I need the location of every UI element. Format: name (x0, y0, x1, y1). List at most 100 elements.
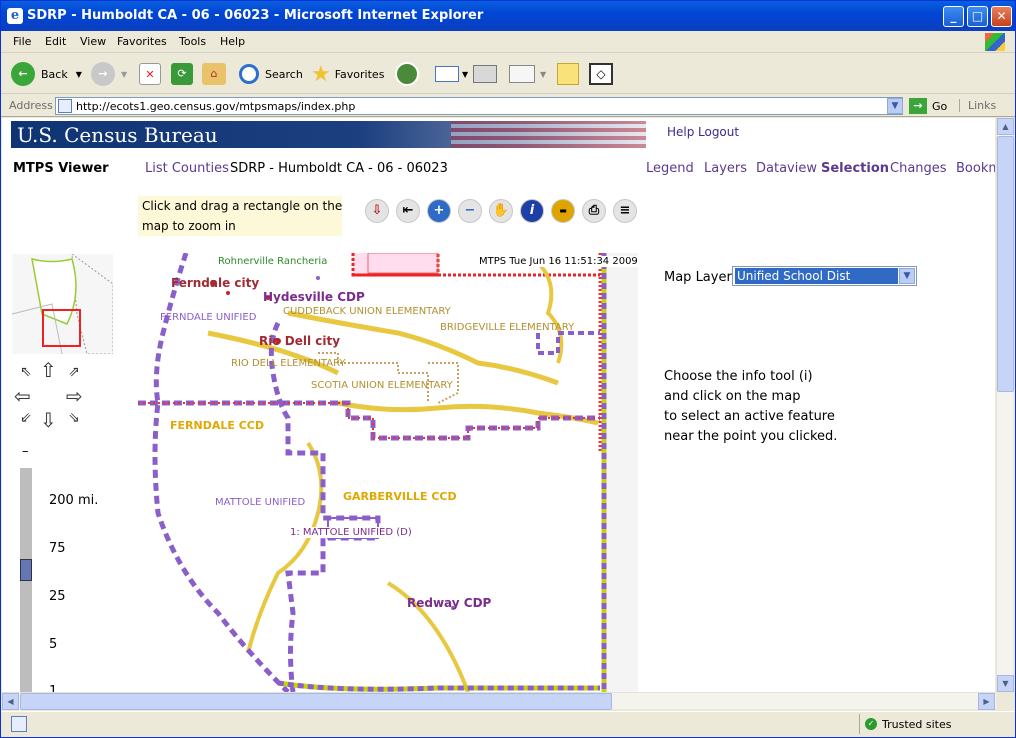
close-button[interactable]: ✕ (991, 6, 1012, 27)
scroll-down-icon[interactable]: ▼ (997, 675, 1014, 692)
stop-button[interactable]: ✕ (139, 60, 161, 88)
back-arrow-icon: ← (11, 62, 35, 86)
map-label-cuddeback: CUDDEBACK UNION ELEMENTARY (283, 306, 451, 317)
save-map-tool-icon[interactable]: ⇩ (365, 199, 389, 223)
scale-label: 200 mi. (49, 493, 99, 508)
search-label: Search (265, 67, 303, 81)
history-button[interactable] (395, 60, 419, 88)
home-icon: ⌂ (202, 63, 226, 85)
previous-extent-tool-icon[interactable]: ⇤ (396, 199, 420, 223)
layers-tool-icon[interactable]: ≡ (613, 199, 637, 223)
discuss-button[interactable] (557, 60, 579, 88)
menu-favorites[interactable]: Favorites (117, 35, 167, 48)
history-icon (395, 62, 419, 86)
tab-selection[interactable]: Selection (821, 161, 889, 176)
page-status-icon (11, 716, 27, 732)
page-viewport: U.S. Census Bureau Help Logout MTPS View… (2, 118, 995, 692)
instructions: Choose the info tool (i) and click on th… (664, 367, 837, 447)
pan-south-icon[interactable]: ⇩ (40, 408, 57, 432)
zoom-in-tool-icon[interactable]: + (427, 199, 451, 223)
pan-southeast-icon[interactable]: ⇘ (68, 410, 80, 426)
county-title: SDRP - Humboldt CA - 06 - 06023 (230, 161, 448, 176)
tab-changes[interactable]: Changes (890, 161, 947, 176)
ie-logo-icon: e (7, 8, 23, 24)
scroll-up-icon[interactable]: ▲ (997, 118, 1014, 135)
map-layer-value: Unified School Dist (735, 268, 898, 284)
map-label-rohnerville: Rohnerville Rancheria (218, 256, 328, 267)
edit-dropdown-icon[interactable]: ▼ (540, 70, 546, 79)
pan-southwest-icon[interactable]: ⇙ (20, 410, 32, 426)
maximize-button[interactable]: □ (967, 6, 988, 27)
address-dropdown-icon[interactable]: ▼ (887, 98, 903, 114)
hint-line-1: Click and drag a rectangle on the (142, 199, 343, 213)
horizontal-scroll-thumb[interactable] (20, 693, 612, 710)
menu-view[interactable]: View (80, 35, 106, 48)
tab-dataview[interactable]: Dataview (756, 161, 817, 176)
overview-map[interactable] (11, 252, 114, 355)
scroll-right-icon[interactable]: ▶ (978, 693, 995, 710)
windows-flag-icon (985, 33, 1005, 51)
info-tool-icon[interactable]: i (520, 199, 544, 223)
pan-west-icon[interactable]: ⇦ (14, 384, 31, 408)
pan-northwest-icon[interactable]: ⇖ (20, 364, 32, 380)
chevron-down-icon[interactable]: ▼ (899, 268, 915, 284)
refresh-button[interactable]: ⟳ (171, 60, 193, 88)
mail-dropdown-icon[interactable]: ▼ (462, 70, 468, 79)
note-icon (557, 63, 579, 85)
search-button[interactable]: Search (239, 60, 303, 88)
edit-page-icon (509, 65, 535, 83)
hint-line-2: map to zoom in (142, 219, 236, 233)
toolbar: ← Back ▼ → ▼ ✕ ⟳ ⌂ Search ★ Favorites ▼ ▼… (1, 54, 1015, 94)
edit-button[interactable]: ▼ (509, 60, 546, 88)
map-layer-select[interactable]: Unified School Dist ▼ (732, 266, 917, 286)
research-button[interactable]: ◇ (589, 60, 613, 88)
menu-edit[interactable]: Edit (45, 35, 66, 48)
back-button[interactable]: ← Back ▼ (11, 60, 82, 88)
favorites-button[interactable]: ★ Favorites (311, 60, 384, 88)
vertical-scrollbar[interactable]: ▲ ▼ (996, 118, 1014, 692)
logout-link[interactable]: Logout (698, 125, 739, 139)
zoom-scale-thumb[interactable] (20, 559, 32, 581)
forward-button[interactable]: → ▼ (91, 60, 127, 88)
status-divider (859, 714, 860, 734)
flag-stripes (451, 121, 646, 148)
instruction-line: near the point you clicked. (664, 429, 838, 444)
menu-file[interactable]: File (13, 35, 31, 48)
go-label: Go (932, 99, 948, 113)
zoom-minus-label[interactable]: – (22, 444, 29, 459)
map-label-redway: Redway CDP (407, 596, 492, 610)
scroll-left-icon[interactable]: ◀ (2, 693, 19, 710)
pan-tool-icon[interactable]: ✋ (489, 199, 513, 223)
tab-bookmarks[interactable]: Bookm (956, 161, 995, 176)
map-label-hydesville: Hydesville CDP (263, 290, 365, 304)
map-label-selected-feature: 1: MATTOLE UNIFIED (D) (290, 527, 412, 538)
tab-legend[interactable]: Legend (646, 161, 694, 176)
mail-button[interactable]: ▼ (435, 60, 468, 88)
menu-help[interactable]: Help (220, 35, 245, 48)
back-dropdown-icon[interactable]: ▼ (76, 70, 82, 79)
tab-layers[interactable]: Layers (704, 161, 747, 176)
print-button[interactable] (473, 60, 497, 88)
address-label: Address (9, 99, 53, 112)
pan-east-icon[interactable]: ⇨ (66, 384, 83, 408)
horizontal-scrollbar[interactable]: ◀ ▶ (2, 692, 996, 710)
map-canvas[interactable]: Rohnerville Rancheria MTPS Tue Jun 16 11… (138, 253, 638, 692)
pan-north-icon[interactable]: ⇧ (40, 358, 57, 382)
minimize-button[interactable]: _ (943, 6, 964, 27)
measure-tool-icon[interactable]: ▬ (551, 199, 575, 223)
help-link[interactable]: Help (667, 125, 694, 139)
vertical-scroll-thumb[interactable] (997, 136, 1014, 392)
home-button[interactable]: ⌂ (202, 60, 226, 88)
zoom-out-tool-icon[interactable]: − (458, 199, 482, 223)
address-bar: Address http://ecots1.geo.census.gov/mtp… (1, 95, 1015, 117)
go-button[interactable]: → Go (909, 97, 947, 115)
url-text: http://ecots1.geo.census.gov/mtpsmaps/in… (76, 100, 356, 113)
pan-northeast-icon[interactable]: ⇗ (68, 364, 80, 380)
address-field[interactable]: http://ecots1.geo.census.gov/mtpsmaps/in… (55, 97, 903, 115)
links-button[interactable]: Links (959, 99, 996, 112)
status-bar: ✓ Trusted sites (1, 711, 1015, 737)
list-counties-link[interactable]: List Counties (145, 161, 229, 176)
menu-tools[interactable]: Tools (179, 35, 206, 48)
hint-box: Click and drag a rectangle on the map to… (138, 196, 342, 236)
print-tool-icon[interactable]: ⎙ (582, 199, 606, 223)
